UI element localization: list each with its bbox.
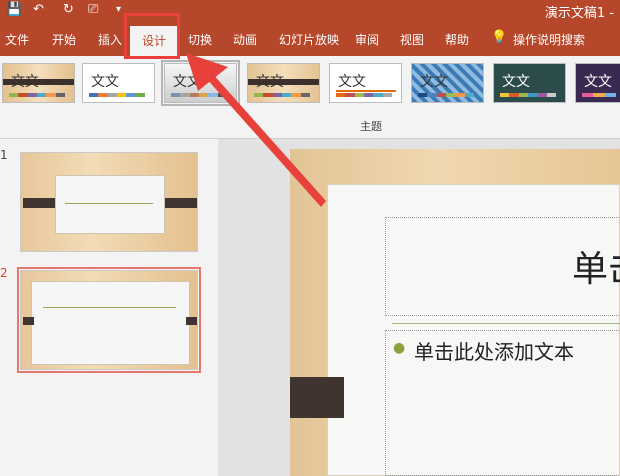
annotation-arrow bbox=[186, 53, 326, 207]
